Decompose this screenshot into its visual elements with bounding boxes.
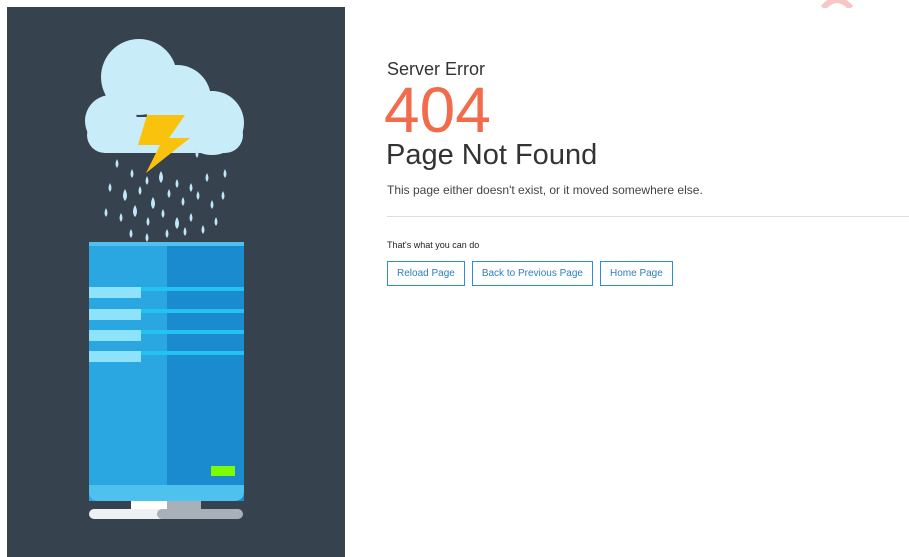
rain-drop [119,213,123,222]
rain-drop [205,173,209,182]
rain-drop [159,171,163,183]
rain-drop [210,200,214,209]
rain-drop [145,176,149,185]
error-description: This page either doesn't exist, or it mo… [387,183,703,197]
action-buttons: Reload Page Back to Previous Page Home P… [387,261,909,286]
rain-drop [189,183,193,192]
rain-drop [123,189,127,201]
rain-drop [165,229,169,238]
rain-drop [175,217,179,229]
rain-drop [108,183,112,192]
rain-drop [181,197,185,206]
illustration-panel [7,7,345,557]
rain-drop [115,159,119,168]
rain-drop [223,169,227,178]
rain-drop [151,197,155,209]
server-illustration [85,39,244,519]
rain-drop [221,191,225,200]
back-to-previous-page-button[interactable]: Back to Previous Page [471,261,593,286]
rain-drop [104,208,108,217]
actions-hint: That's what you can do [387,240,480,250]
divider [387,216,909,217]
rain-drop [201,225,205,234]
error-page: Server Error 404 Page Not Found This pag… [0,0,909,557]
rain-drop [129,229,133,238]
home-page-button[interactable]: Home Page [600,261,673,286]
rain-drop [145,233,149,242]
rain-drop [130,169,134,178]
rain-drop [214,217,218,226]
rain-drop [183,227,187,236]
error-content: Server Error 404 Page Not Found This pag… [384,58,909,286]
corner-mark-icon [820,0,854,8]
rain-drop [196,191,200,200]
rain-drop [167,189,171,198]
rain-drop [189,213,193,222]
rain-icon [104,149,227,242]
rain-drop [175,179,179,188]
server-icon [89,242,244,519]
reload-page-button[interactable]: Reload Page [387,261,465,286]
page-title: Page Not Found [386,139,598,171]
rain-drop [161,209,165,218]
error-code: 404 [384,74,491,146]
rain-drop [146,217,150,226]
rain-drop [138,186,142,195]
rain-drop [133,205,137,217]
status-led [211,466,235,476]
